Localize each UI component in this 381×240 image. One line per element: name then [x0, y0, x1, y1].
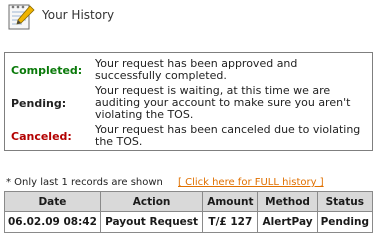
cell-method: AlertPay — [257, 211, 318, 233]
legend-desc-pending: Your request is waiting, at this time we… — [95, 85, 365, 121]
legend-label-canceled: Canceled: — [11, 130, 72, 143]
column-header-method: Method — [257, 191, 318, 212]
cell-status: Pending — [316, 211, 374, 233]
column-header-status: Status — [316, 191, 374, 212]
column-header-amount: Amount — [202, 191, 259, 212]
cell-date: 06.02.09 08:42 — [4, 211, 101, 233]
page-title: Your History — [42, 8, 115, 22]
legend-desc-line: violating the TOS. — [95, 108, 194, 121]
history-table: Date Action Amount Method Status 06.02.0… — [4, 191, 374, 233]
notepad-pencil-icon — [8, 4, 35, 30]
legend-desc-canceled: Your request has been canceled due to vi… — [95, 124, 365, 148]
cell-action: Payout Request — [99, 211, 204, 233]
legend-desc-completed: Your request has been approved and succe… — [95, 58, 365, 82]
legend-desc-line: successfully completed. — [95, 69, 227, 82]
records-note: * Only last 1 records are shown — [6, 177, 163, 188]
legend-label-pending: Pending: — [11, 97, 67, 110]
table-header-row: Date Action Amount Method Status — [4, 191, 374, 212]
status-legend: Completed: Your request has been approve… — [4, 52, 373, 151]
legend-label-completed: Completed: — [11, 64, 83, 77]
column-header-action: Action — [99, 191, 204, 212]
legend-desc-line: the TOS. — [95, 135, 143, 148]
page-header: Your History — [6, 2, 376, 32]
table-row: 06.02.09 08:42 Payout Request T/£ 127 Al… — [4, 211, 374, 233]
cell-amount: T/£ 127 — [202, 211, 259, 233]
column-header-date: Date — [4, 191, 101, 212]
full-history-link[interactable]: [ Click here for FULL history ] — [178, 177, 324, 188]
